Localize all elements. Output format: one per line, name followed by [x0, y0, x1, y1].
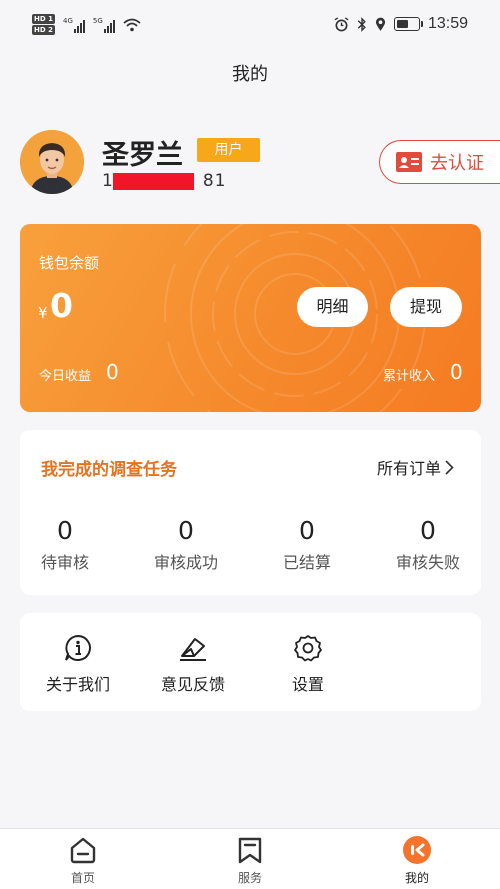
phone-suffix: 81	[202, 171, 227, 191]
stat-label: 审核失败	[395, 553, 460, 572]
verify-button[interactable]: 去认证	[379, 140, 500, 184]
bluetooth-icon	[357, 16, 366, 32]
all-orders-link[interactable]: 所有订单	[377, 455, 454, 479]
feedback-label: 意见反馈	[160, 675, 225, 694]
about-us-button[interactable]: 关于我们	[33, 633, 123, 695]
settings-label: 设置	[291, 675, 324, 694]
stat-approved[interactable]: 0 审核成功	[131, 516, 241, 573]
verify-label: 去认证	[430, 153, 484, 174]
bookmark-icon	[238, 837, 262, 864]
survey-tasks-card: 我完成的调查任务 所有订单 0 待审核 0 审核成功 0 已结算 0 审核失败	[20, 430, 481, 595]
info-icon	[65, 634, 91, 661]
signal-5g-icon: 5G	[93, 17, 115, 33]
location-icon	[375, 17, 386, 31]
net-5g-label: 5G	[92, 16, 103, 25]
avatar[interactable]	[20, 130, 84, 194]
stat-label: 审核成功	[153, 553, 218, 572]
settings-button[interactable]: 设置	[263, 633, 353, 695]
tools-card: 关于我们 意见反馈 设置	[20, 613, 481, 711]
battery-icon	[393, 17, 423, 31]
total-income-label: 累计收入	[383, 369, 436, 384]
feedback-icon	[180, 638, 206, 661]
stat-label: 待审核	[40, 553, 89, 572]
today-earnings-label: 今日收益	[39, 369, 92, 384]
stat-rejected[interactable]: 0 审核失败	[373, 516, 483, 573]
currency-symbol: ¥	[38, 304, 48, 322]
tab-mine[interactable]: 我的	[377, 835, 457, 886]
survey-tasks-title: 我完成的调查任务	[41, 460, 177, 480]
feedback-button[interactable]: 意见反馈	[148, 633, 238, 695]
wallet-balance-label: 钱包余额	[39, 254, 100, 272]
profile-icon	[403, 836, 431, 864]
status-bar: HD 1 HD 2 4G 5G 13:59	[0, 0, 500, 50]
clock: 13:59	[427, 15, 468, 32]
chevron-right-icon	[445, 459, 454, 475]
stat-settled[interactable]: 0 已结算	[252, 516, 362, 573]
user-name: 圣罗兰	[102, 140, 183, 171]
bottom-tab-bar: 首页 服务 我的	[0, 828, 500, 889]
wifi-icon	[123, 18, 141, 31]
stat-value: 0	[57, 516, 73, 545]
gear-icon	[294, 635, 322, 662]
status-bar-left: HD 1 HD 2 4G 5G	[32, 14, 141, 35]
home-icon	[70, 837, 96, 864]
id-card-icon	[396, 152, 422, 172]
net-4g-label: 4G	[62, 16, 73, 25]
stat-value: 0	[178, 516, 194, 545]
page-title: 我的	[232, 64, 268, 85]
tab-home-label: 首页	[70, 871, 95, 885]
total-income-value: 0	[450, 360, 463, 384]
phone-redaction	[113, 173, 194, 190]
user-role-badge: 用户	[197, 138, 260, 162]
about-us-label: 关于我们	[45, 675, 110, 694]
stat-label: 已结算	[282, 553, 331, 572]
wallet-balance-value: 0	[50, 286, 73, 325]
hd-indicator: HD 1 HD 2	[32, 14, 55, 35]
status-bar-right: 13:59	[334, 15, 468, 33]
signal-4g-icon: 4G	[63, 17, 85, 33]
stat-value: 0	[299, 516, 315, 545]
tab-services[interactable]: 服务	[210, 835, 290, 886]
hd-1-label: HD 1	[32, 14, 55, 24]
tab-home[interactable]: 首页	[43, 835, 123, 886]
alarm-icon	[334, 16, 349, 31]
stat-pending[interactable]: 0 待审核	[10, 516, 120, 573]
withdraw-button[interactable]: 提现	[390, 287, 462, 327]
wallet-card: 钱包余额 ¥ 0 明细 提现 今日收益 0 累计收入 0	[20, 224, 481, 412]
stat-value: 0	[420, 516, 436, 545]
all-orders-label: 所有订单	[377, 459, 442, 478]
tab-mine-label: 我的	[404, 871, 429, 885]
today-earnings-value: 0	[106, 360, 119, 384]
avatar-illustration	[20, 130, 84, 194]
hd-2-label: HD 2	[32, 25, 55, 35]
detail-button[interactable]: 明细	[297, 287, 368, 327]
tab-services-label: 服务	[237, 871, 262, 885]
